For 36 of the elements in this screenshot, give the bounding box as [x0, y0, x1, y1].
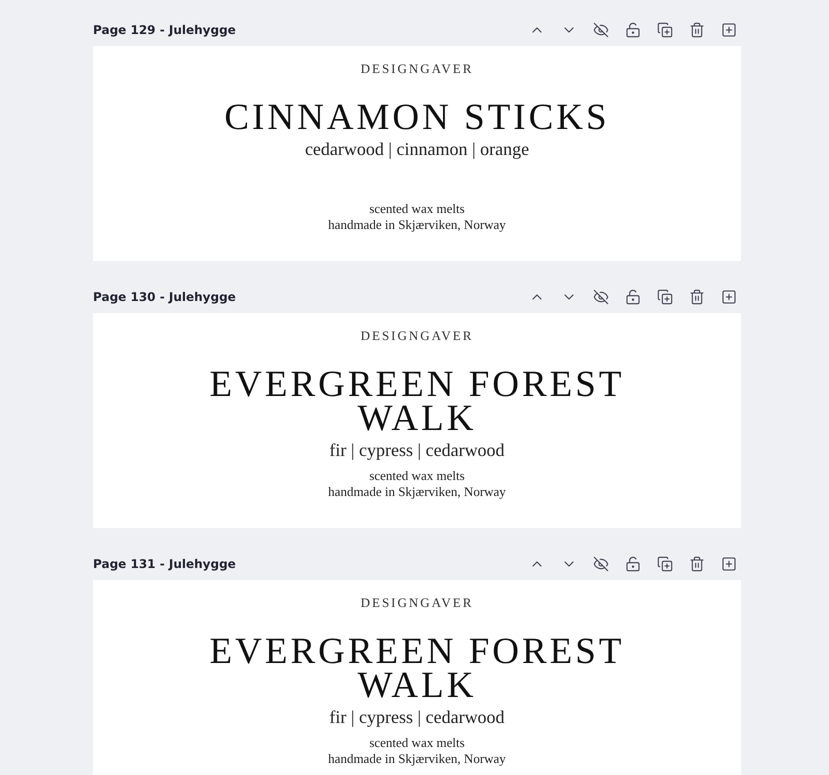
copy-plus-icon: [657, 556, 673, 572]
label-page[interactable]: DESIGNGAVER EVERGREEN FOREST WALK fir | cypress | cedarwood scented wax melts handmade in Skjærviken, Norway: [93, 580, 741, 775]
scent-notes: fir | cypress | cedarwood: [329, 440, 505, 461]
square-plus-icon: [721, 289, 737, 305]
unlocked-padlock-icon: [625, 289, 641, 305]
brand-name: DESIGNGAVER: [360, 61, 474, 77]
label-page[interactable]: DESIGNGAVER EVERGREEN FOREST WALK fir | cypress | cedarwood scented wax melts handmade in Skjærviken, Norway: [93, 313, 741, 528]
brand-name: DESIGNGAVER: [360, 328, 474, 344]
label-line: scented wax melts: [369, 468, 465, 484]
unlocked-padlock-icon: [625, 22, 641, 38]
scent-notes: fir | cypress | cedarwood: [329, 707, 505, 728]
eye-off-icon: [593, 22, 609, 38]
copy-plus-icon: [657, 22, 673, 38]
square-plus-icon: [721, 556, 737, 572]
page-title: Page 130 - Julehygge: [93, 290, 237, 304]
copy-plus-icon: [657, 289, 673, 305]
label-line: handmade in Skjærviken, Norway: [328, 751, 506, 767]
scent-notes: cedarwood | cinnamon | orange: [304, 139, 530, 160]
unlocked-padlock-icon: [625, 556, 641, 572]
trash-icon: [689, 556, 705, 572]
eye-off-icon: [593, 556, 609, 572]
label-page[interactable]: DESIGNGAVER CINNAMON STICKS cedarwood | cinnamon | orange scented wax melts handmade in Skjærviken, Norway: [93, 46, 741, 261]
brand-name: DESIGNGAVER: [360, 595, 474, 611]
eye-off-icon: [593, 289, 609, 305]
label-line: handmade in Skjærviken, Norway: [328, 217, 506, 233]
page-title: Page 129 - Julehygge: [93, 23, 237, 37]
square-plus-icon: [721, 22, 737, 38]
page-title: Page 131 - Julehygge: [93, 557, 237, 571]
label-line: handmade in Skjærviken, Norway: [328, 484, 506, 500]
product-title: EVERGREEN FOREST WALK: [208, 635, 626, 703]
label-line: scented wax melts: [369, 735, 465, 751]
trash-icon: [689, 289, 705, 305]
trash-icon: [689, 22, 705, 38]
product-title: CINNAMON STICKS: [224, 101, 610, 135]
product-title: EVERGREEN FOREST WALK: [208, 368, 626, 436]
label-line: scented wax melts: [369, 201, 465, 217]
